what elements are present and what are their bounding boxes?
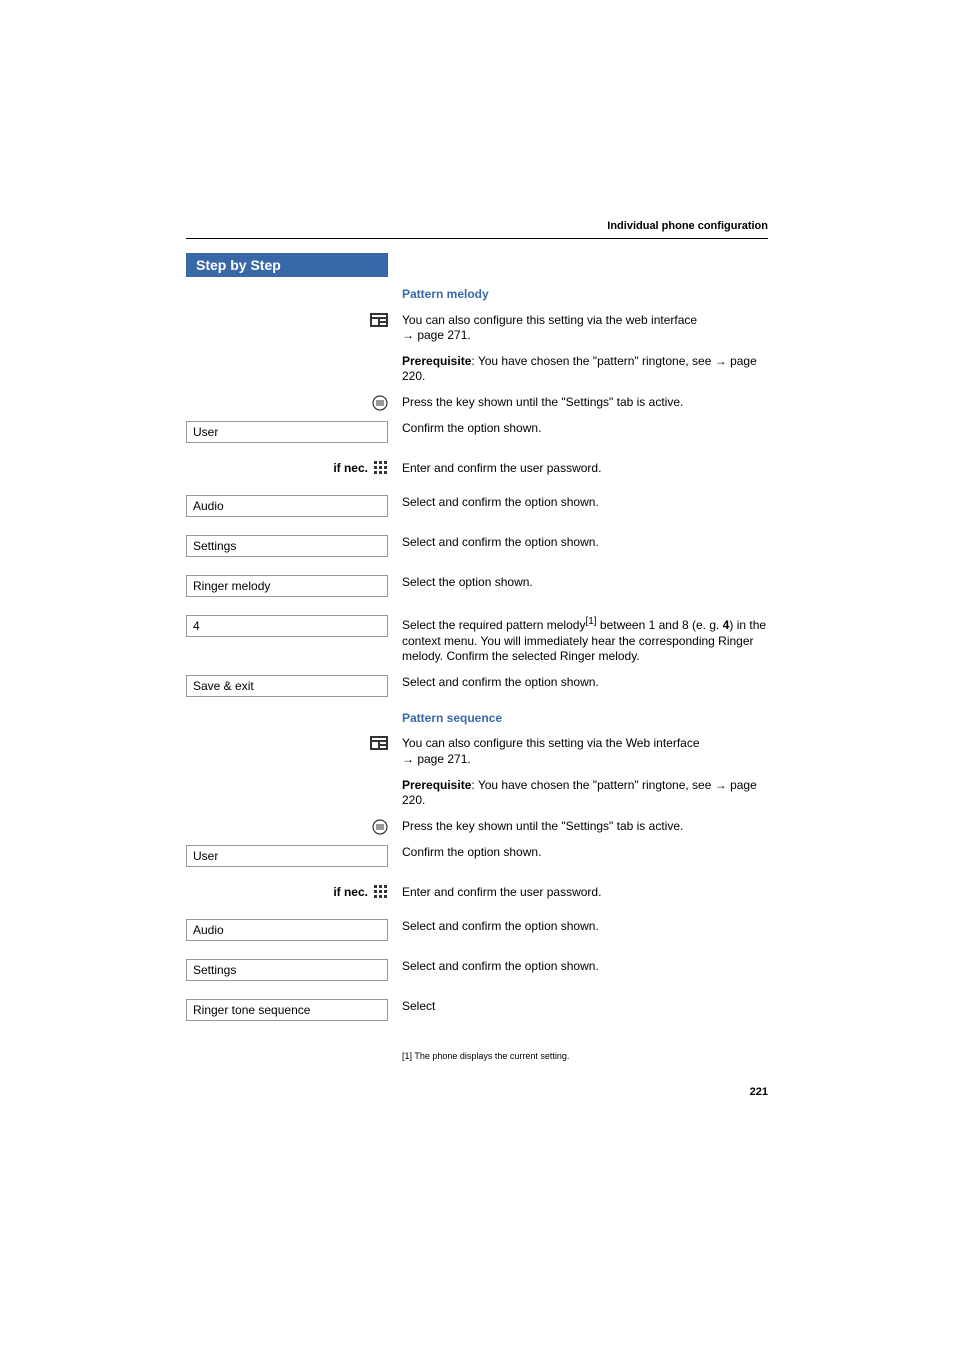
prerequisite-note: Prerequisite: You have chosen the "patte…	[388, 354, 768, 385]
web-interface-note: You can also configure this setting via …	[388, 736, 768, 767]
page-number: 221	[186, 1086, 768, 1098]
page-ref-271[interactable]: page 271.	[414, 328, 471, 342]
user-instruction: Confirm the option shown.	[388, 845, 768, 861]
settings-key-icon	[372, 819, 388, 835]
web-interface-note: You can also configure this setting via …	[388, 313, 768, 344]
password-instruction: Enter and confirm the user password.	[388, 885, 768, 901]
settings-instruction: Select and confirm the option shown.	[388, 535, 768, 551]
menu-option-ringer-tone-sequence: Ringer tone sequence	[186, 999, 388, 1021]
menu-option-user: User	[186, 421, 388, 443]
prerequisite-note: Prerequisite: You have chosen the "patte…	[388, 778, 768, 809]
if-necessary-label: if nec.	[333, 885, 368, 899]
menu-option-audio: Audio	[186, 919, 388, 941]
settings-instruction: Select and confirm the option shown.	[388, 959, 768, 975]
menu-option-user: User	[186, 845, 388, 867]
password-instruction: Enter and confirm the user password.	[388, 461, 768, 477]
footnote: [1] The phone displays the current setti…	[402, 1051, 768, 1063]
menu-option-save-exit: Save & exit	[186, 675, 388, 697]
section-heading-pattern-sequence: Pattern sequence	[402, 711, 502, 725]
menu-option-audio: Audio	[186, 495, 388, 517]
audio-instruction: Select and confirm the option shown.	[388, 495, 768, 511]
user-instruction: Confirm the option shown.	[388, 421, 768, 437]
menu-option-value-4: 4	[186, 615, 388, 637]
value-instruction: Select the required pattern melody[1] be…	[388, 615, 768, 665]
step-by-step-header: Step by Step	[186, 253, 388, 277]
save-instruction: Select and confirm the option shown.	[388, 675, 768, 691]
press-key-instruction: Press the key shown until the "Settings"…	[388, 395, 768, 411]
tone-instruction: Select	[388, 999, 768, 1015]
web-interface-icon	[370, 313, 388, 327]
if-necessary-label: if nec.	[333, 461, 368, 475]
section-heading-pattern-melody: Pattern melody	[402, 287, 489, 301]
settings-key-icon	[372, 395, 388, 411]
keypad-icon	[374, 885, 388, 901]
press-key-instruction: Press the key shown until the "Settings"…	[388, 819, 768, 835]
menu-option-settings: Settings	[186, 959, 388, 981]
menu-option-settings: Settings	[186, 535, 388, 557]
ringer-instruction: Select the option shown.	[388, 575, 768, 591]
web-interface-icon	[370, 736, 388, 750]
page-ref-271[interactable]: page 271.	[414, 752, 471, 766]
audio-instruction: Select and confirm the option shown.	[388, 919, 768, 935]
menu-option-ringer-melody: Ringer melody	[186, 575, 388, 597]
keypad-icon	[374, 461, 388, 477]
page-header: Individual phone configuration	[186, 220, 768, 239]
